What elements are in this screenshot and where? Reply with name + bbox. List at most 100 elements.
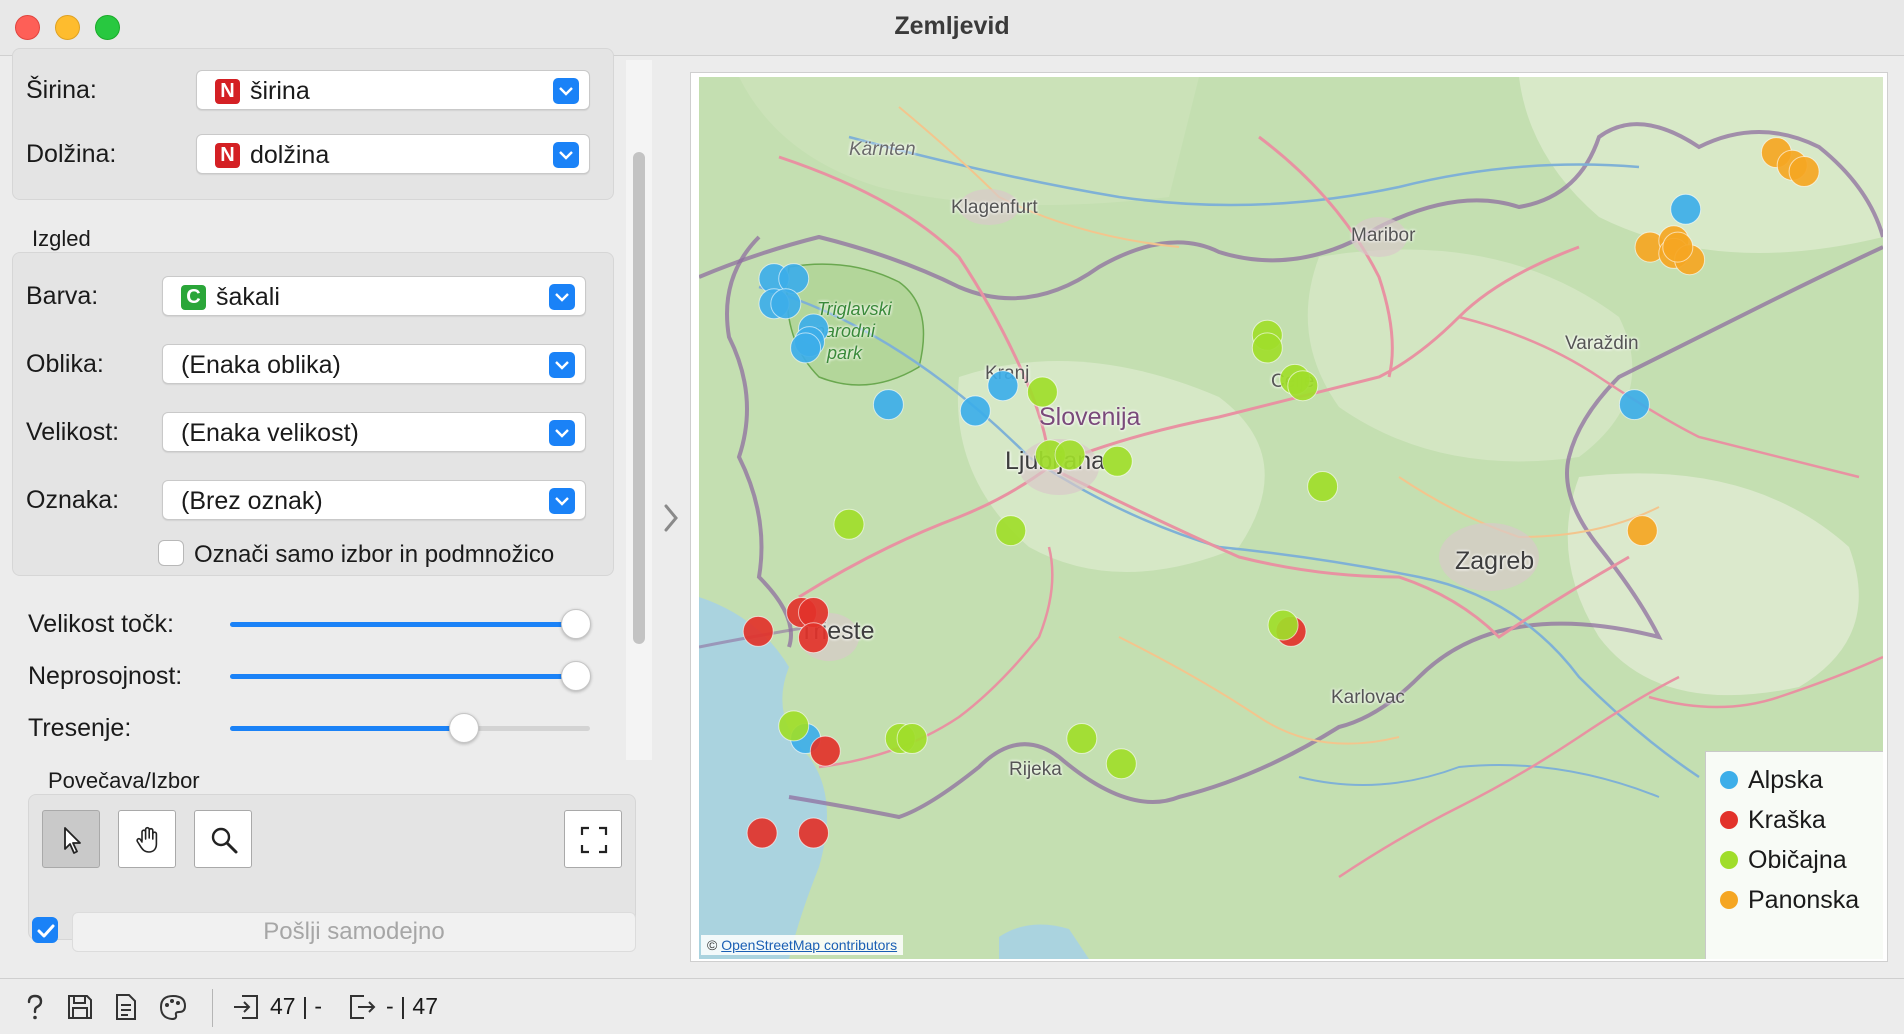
map-frame: Kärnten Klagenfurt Maribor Varaždin Trig… [690,72,1888,962]
opacity-slider[interactable] [230,661,591,691]
collapse-panel-icon[interactable] [660,500,684,536]
label-only-selection-checkbox[interactable] [158,540,184,566]
data-point[interactable] [1618,389,1650,421]
size-combo[interactable]: (Enaka velikost) [162,412,586,452]
legend-item: Običajna [1720,846,1847,875]
zoom-tool-button[interactable] [194,810,252,868]
osm-link[interactable]: OpenStreetMap contributors [721,937,897,953]
reset-zoom-button[interactable] [564,810,622,868]
legend-swatch [1720,891,1738,909]
status-bar: 47 | - - | 47 [0,978,1904,1034]
jitter-label: Tresenje: [28,714,132,742]
checkmark-icon [37,924,55,938]
output-icon [350,995,376,1019]
data-point[interactable] [987,370,1019,402]
data-point[interactable] [1054,439,1086,471]
data-point[interactable] [1105,748,1137,780]
select-tool-button[interactable] [42,810,100,868]
report-icon[interactable] [114,993,138,1021]
send-automatically-checkbox[interactable] [32,917,58,943]
shape-value: (Enaka oblika) [181,351,341,379]
chevron-down-icon [549,352,575,378]
legend-item: Panonska [1720,886,1859,915]
point-size-label: Velikost točk: [28,610,174,638]
point-size-slider[interactable] [230,609,591,639]
hand-icon [136,826,158,853]
data-point[interactable] [833,508,865,540]
chevron-down-icon [553,142,579,168]
pointer-icon [64,827,81,854]
shape-combo[interactable]: (Enaka oblika) [162,344,586,384]
latitude-value: širina [250,77,310,105]
data-point[interactable] [778,710,810,742]
chevron-down-icon [549,284,575,310]
jitter-slider[interactable] [230,713,590,743]
data-point[interactable] [1287,370,1319,402]
data-point[interactable] [896,723,928,754]
color-label: Barva: [26,282,99,310]
window-title: Zemljevid [894,12,1010,40]
latitude-label: Širina: [26,76,97,104]
map-window: Zemljevid Širina: Nširina Dolžina: Ndolž… [0,0,1904,1034]
help-icon[interactable] [22,993,48,1021]
magnifier-icon [211,827,238,854]
data-point[interactable] [1026,376,1058,408]
color-combo[interactable]: Cšakali [162,276,586,316]
zoom-section-title: Povečava/Izbor [48,768,200,793]
data-point[interactable] [995,515,1027,547]
map-legend: Alpska Kraška Običajna Panonska [1705,751,1883,959]
palette-icon[interactable] [158,993,188,1021]
scrollbar-thumb[interactable] [633,152,645,644]
data-point[interactable] [798,817,829,849]
map-attribution: © OpenStreetMap contributors [701,935,904,955]
shape-label: Oblika: [26,350,104,378]
label-combo[interactable]: (Brez oznak) [162,480,586,520]
data-point[interactable] [1267,609,1299,641]
chevron-down-icon [553,78,579,104]
longitude-value: dolžina [250,141,330,169]
save-icon[interactable] [66,993,94,1021]
label-value: (Brez oznak) [181,487,323,515]
data-point[interactable] [790,332,822,364]
input-count: 47 | - [270,993,322,1019]
latitude-combo[interactable]: Nširina [196,70,590,110]
pan-tool-button[interactable] [118,810,176,868]
size-label: Velikost: [26,418,120,446]
data-point[interactable] [1251,332,1283,364]
data-point[interactable] [1670,193,1702,225]
data-point[interactable] [1307,471,1339,502]
data-point[interactable] [959,395,991,427]
slider-handle[interactable] [560,609,591,639]
data-point[interactable] [872,389,904,421]
send-button[interactable]: Pošlji samodejno [72,912,636,952]
data-point[interactable] [770,288,802,320]
data-point[interactable] [1788,156,1820,187]
data-point[interactable] [1101,445,1133,477]
data-point[interactable] [798,622,829,654]
slider-handle[interactable] [449,713,479,743]
legend-swatch [1720,811,1738,829]
appearance-section-title: Izgled [32,226,91,251]
data-point[interactable] [1626,515,1658,547]
legend-item: Alpska [1720,766,1823,795]
slider-fill [230,622,576,627]
data-point[interactable] [1662,231,1694,263]
data-point[interactable] [809,735,841,767]
data-point[interactable] [746,817,778,849]
map-canvas[interactable]: Kärnten Klagenfurt Maribor Varaždin Trig… [699,77,1883,959]
numeric-variable-icon: N [215,143,240,168]
data-point[interactable] [742,615,774,647]
input-icon [234,995,258,1019]
chevron-down-icon [549,488,575,514]
longitude-combo[interactable]: Ndolžina [196,134,590,174]
data-point[interactable] [1066,723,1098,754]
slider-fill [230,726,464,731]
chevron-down-icon [549,420,575,446]
categorical-variable-icon: C [181,285,206,310]
slider-fill [230,674,576,679]
status-separator [212,989,213,1027]
panel-scrollbar[interactable] [626,60,652,760]
opacity-label: Neprosojnost: [28,662,183,690]
slider-handle[interactable] [560,661,591,691]
legend-swatch [1720,771,1738,789]
